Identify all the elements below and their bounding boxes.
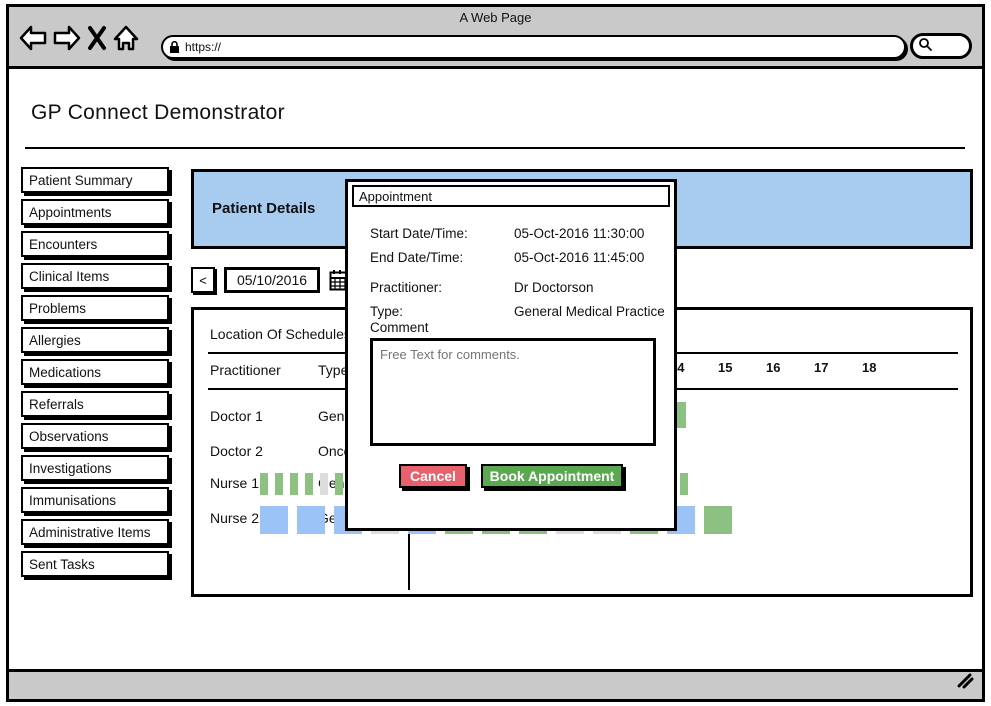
sidebar-item-referrals[interactable]: Referrals <box>21 391 169 417</box>
sidebar-item-label: Encounters <box>29 237 97 252</box>
comment-label: Comment <box>370 320 429 335</box>
appointment-slot[interactable] <box>290 473 298 495</box>
sidebar-item-sent-tasks[interactable]: Sent Tasks <box>21 551 169 577</box>
appointment-slot[interactable] <box>680 473 688 495</box>
cancel-button[interactable]: Cancel <box>399 464 467 488</box>
field-value: General Medical Practice <box>514 304 665 319</box>
sidebar-item-label: Allergies <box>29 333 81 348</box>
sidebar-item-medications[interactable]: Medications <box>21 359 169 385</box>
close-x-icon[interactable] <box>87 25 107 51</box>
sidebar-item-encounters[interactable]: Encounters <box>21 231 169 257</box>
dialog-buttons: Cancel Book Appointment <box>348 464 674 488</box>
patient-details-label: Patient Details <box>212 200 315 217</box>
home-icon[interactable] <box>113 25 139 51</box>
browser-nav-icons <box>19 25 139 51</box>
sidebar-item-label: Investigations <box>29 461 112 476</box>
field-label: Start Date/Time: <box>370 226 468 241</box>
address-bar[interactable]: https:// <box>161 35 906 59</box>
appointment-slot[interactable] <box>335 473 343 495</box>
field-label: End Date/Time: <box>370 250 463 265</box>
lock-icon <box>169 41 180 54</box>
sidebar-item-observations[interactable]: Observations <box>21 423 169 449</box>
column-header-type: Type <box>318 362 348 378</box>
window-title: A Web Page <box>9 10 982 25</box>
table-row: Doctor 2 <box>210 443 263 459</box>
field-value: 05-Oct-2016 11:45:00 <box>514 250 644 265</box>
field-label: Practitioner: <box>370 280 442 295</box>
appointment-slot[interactable] <box>320 473 328 495</box>
date-navigation: < 05/10/2016 <box>191 267 351 293</box>
sidebar-item-label: Medications <box>29 365 101 380</box>
sidebar: Patient Summary Appointments Encounters Cli… <box>21 167 169 583</box>
sidebar-item-investigations[interactable]: Investigations <box>21 455 169 481</box>
comment-textarea[interactable] <box>370 338 656 446</box>
appointment-slot[interactable] <box>275 473 283 495</box>
page-viewport: GP Connect Demonstrator Patient Summary A… <box>9 69 982 669</box>
search-icon <box>918 37 932 56</box>
title-divider <box>25 147 965 149</box>
page-title: GP Connect Demonstrator <box>31 101 285 125</box>
resize-grip-icon[interactable] <box>956 673 974 694</box>
sidebar-item-appointments[interactable]: Appointments <box>21 199 169 225</box>
sidebar-item-label: Clinical Items <box>29 269 109 284</box>
browser-chrome: A Web Page https:// <box>9 7 982 69</box>
sidebar-item-label: Immunisations <box>29 493 116 508</box>
sidebar-item-label: Administrative Items <box>29 525 151 540</box>
back-arrow-icon[interactable] <box>19 25 47 51</box>
location-of-schedules-title: Location Of Schedules <box>210 326 351 342</box>
appointment-slot[interactable] <box>260 473 268 495</box>
sidebar-item-label: Referrals <box>29 397 84 412</box>
previous-day-button[interactable]: < <box>191 267 215 293</box>
browser-status-bar <box>9 669 982 699</box>
hour-label: 16 <box>766 360 780 375</box>
hour-label: 18 <box>862 360 876 375</box>
browser-search-box[interactable] <box>910 33 972 59</box>
field-value: 05-Oct-2016 11:30:00 <box>514 226 644 241</box>
hour-label: 17 <box>814 360 828 375</box>
appointment-slot[interactable] <box>305 473 313 495</box>
appointment-slot[interactable] <box>297 506 325 534</box>
sidebar-item-patient-summary[interactable]: Patient Summary <box>21 167 169 193</box>
sidebar-item-label: Patient Summary <box>29 173 133 188</box>
browser-window: A Web Page https:// <box>6 4 985 702</box>
appointment-slot[interactable] <box>704 506 732 534</box>
field-label: Type: <box>370 304 403 319</box>
table-row: Nurse 1 <box>210 475 259 491</box>
sidebar-item-clinical-items[interactable]: Clinical Items <box>21 263 169 289</box>
sidebar-item-label: Problems <box>29 301 86 316</box>
appointment-slot[interactable] <box>260 506 288 534</box>
column-header-practitioner: Practitioner <box>210 362 281 378</box>
sidebar-item-label: Sent Tasks <box>29 557 95 572</box>
sidebar-item-administrative-items[interactable]: Administrative Items <box>21 519 169 545</box>
date-input[interactable]: 05/10/2016 <box>224 267 320 293</box>
appointment-dialog: Appointment Start Date/Time: 05-Oct-2016 … <box>345 179 677 531</box>
url-text: https:// <box>185 40 221 54</box>
sidebar-item-problems[interactable]: Problems <box>21 295 169 321</box>
book-appointment-button[interactable]: Book Appointment <box>481 464 623 488</box>
field-value: Dr Doctorson <box>514 280 594 295</box>
sidebar-item-allergies[interactable]: Allergies <box>21 327 169 353</box>
sidebar-item-label: Appointments <box>29 205 112 220</box>
sidebar-item-immunisations[interactable]: Immunisations <box>21 487 169 513</box>
sidebar-item-label: Observations <box>29 429 109 444</box>
dialog-title: Appointment <box>352 185 670 207</box>
forward-arrow-icon[interactable] <box>53 25 81 51</box>
hour-label: 15 <box>718 360 732 375</box>
table-row: Nurse 2 <box>210 510 259 526</box>
table-row: Doctor 1 <box>210 408 263 424</box>
